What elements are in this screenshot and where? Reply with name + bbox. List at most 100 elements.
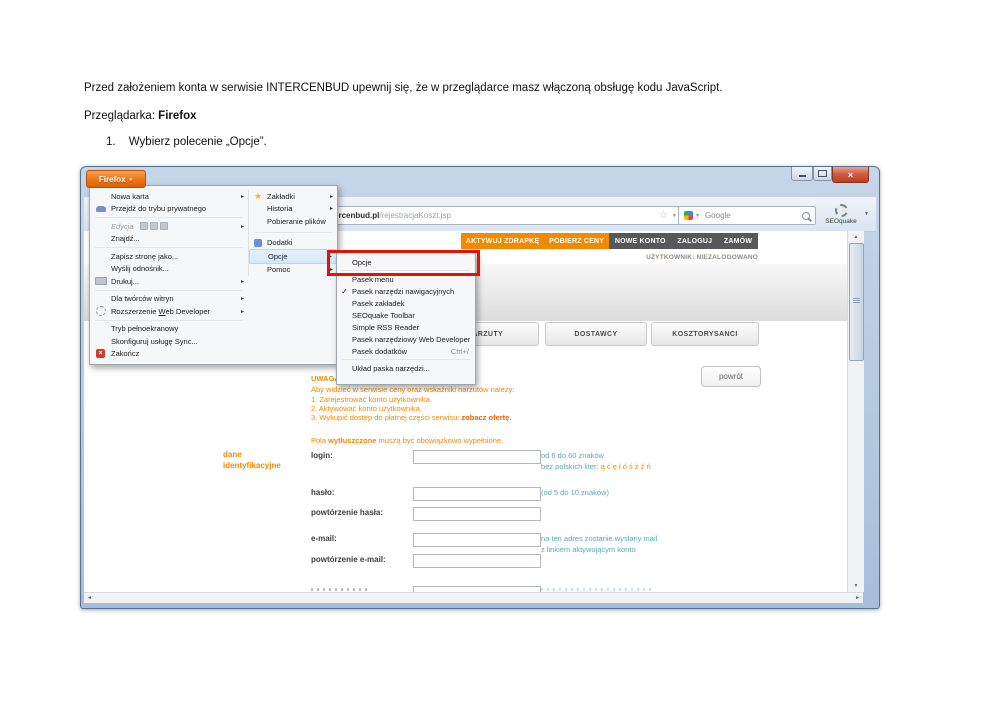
url-bar[interactable]: ercenbud.pl /rejestracjaKoszt.jsp ☆ ▼	[329, 206, 682, 225]
doc-browser-name: Firefox	[158, 110, 197, 122]
menu-label: Układ paska narzędzi...	[352, 363, 430, 373]
vertical-scrollbar[interactable]: ▲ ▼	[847, 231, 864, 592]
search-icon[interactable]	[802, 211, 810, 220]
submenu-arrow-icon: ▸	[240, 296, 244, 303]
site-nav-login-link[interactable]: ZALOGUJ	[677, 238, 712, 245]
menu-item-downloads[interactable]: Pobieranie plików	[249, 215, 337, 228]
login-input[interactable]	[413, 450, 541, 464]
url-path: /rejestracjaKoszt.jsp	[379, 211, 451, 220]
user-status: UŻYTKOWNIK: NIEZALOGOWANO	[646, 254, 758, 261]
back-button[interactable]: powrót	[701, 366, 761, 387]
menu-label: Przejdź do trybu prywatnego	[111, 204, 207, 214]
submenu-item-simple-rss-reader[interactable]: Simple RSS Reader	[337, 321, 475, 333]
url-dropdown-icon[interactable]: ▼	[672, 213, 677, 219]
menu-label: Dla twórców witryn	[111, 294, 174, 304]
menu-item-setup-sync[interactable]: Skonfiguruj usługę Sync...	[90, 335, 248, 348]
menu-item-exit[interactable]: × Zakończ	[90, 348, 248, 361]
submenu-item-customize-toolbar[interactable]: Układ paska narzędzi...	[337, 362, 475, 374]
seoquake-label: SEOquake	[825, 218, 857, 225]
doc-step-text: Wybierz polecenie „Opcje”.	[128, 136, 267, 148]
paste-icon	[159, 222, 168, 231]
clipped-row-label-fragment	[311, 588, 369, 591]
seoquake-dropdown-icon[interactable]: ▼	[864, 211, 869, 217]
password-repeat-input[interactable]	[413, 507, 541, 521]
window-caption-buttons: ×	[791, 167, 869, 183]
email-input[interactable]	[413, 533, 541, 547]
site-nav-prices-link[interactable]: POBIERZ CENY	[549, 238, 604, 245]
submenu-item-bookmarks-toolbar[interactable]: Pasek zakładek	[337, 297, 475, 309]
menu-item-help[interactable]: Pomoc ▸	[249, 264, 337, 277]
required-fields-note: Pola wytłuszczone muszą być obowiązkowo …	[311, 436, 503, 445]
tab-dostawcy[interactable]: DOSTAWCY	[545, 322, 647, 346]
login-hint-2-text: bez polskich liter:	[541, 462, 601, 471]
menu-item-private-browsing[interactable]: Przejdź do trybu prywatnego	[90, 203, 248, 216]
notice-line-3: 2. Aktywować konto użytkownika.	[311, 404, 422, 413]
menu-item-fullscreen[interactable]: Tryb pełnoekranowy	[90, 323, 248, 336]
menu-separator	[95, 217, 243, 218]
submenu-item-addon-bar[interactable]: Pasek dodatków Ctrl+/	[337, 345, 475, 357]
email-repeat-input[interactable]	[413, 554, 541, 568]
login-hint-2-accent: ą ć ę ł ó ś ż ź ń	[600, 462, 651, 471]
site-nav-dark: NOWE KONTO ZALOGUJ ZAMÓW	[609, 233, 758, 249]
close-button[interactable]: ×	[832, 167, 869, 183]
menu-item-bookmarks[interactable]: ★ Zakładki ▸	[249, 190, 337, 203]
google-favicon	[684, 211, 693, 220]
submenu-item-navigation-toolbar[interactable]: ✓ Pasek narzędzi nawigacyjnych	[337, 285, 475, 297]
menu-item-save-page-as[interactable]: Zapisz stronę jako...	[90, 250, 248, 263]
menu-item-web-developer-extension[interactable]: Rozszerzenie Web Developer ▸	[90, 305, 248, 318]
menu-item-new-tab[interactable]: Nowa karta ▸	[90, 190, 248, 203]
tab-kosztorysanci[interactable]: KOSZTORYSANCI	[651, 322, 759, 346]
submenu-item-seoquake-toolbar[interactable]: SEOquake Toolbar	[337, 309, 475, 321]
section-label-line2: identyfikacyjne	[223, 461, 281, 470]
menu-label: Znajdź...	[111, 234, 140, 244]
menu-item-send-link[interactable]: Wyślij odnośnik...	[90, 263, 248, 276]
search-engine-dropdown-icon[interactable]: ▼	[695, 213, 700, 219]
scroll-down-icon[interactable]: ▼	[848, 581, 864, 591]
scroll-right-icon[interactable]: ►	[855, 595, 860, 601]
submenu-arrow-icon: ▸	[240, 308, 244, 315]
maximize-button[interactable]	[813, 167, 832, 181]
submenu-item-web-developer-toolbar[interactable]: Pasek narzędziowy Web Developer	[337, 333, 475, 345]
menu-item-print[interactable]: Drukuj... ▸	[90, 275, 248, 288]
password-input[interactable]	[413, 487, 541, 501]
offer-link[interactable]: zobacz ofertę.	[461, 413, 511, 422]
vertical-scrollbar-thumb[interactable]	[849, 243, 864, 361]
submenu-arrow-icon: ▸	[329, 193, 333, 200]
menu-item-addons[interactable]: Dodatki	[249, 237, 337, 250]
menu-item-options[interactable]: Opcje ▸	[249, 249, 337, 264]
site-nav-order-link[interactable]: ZAMÓW	[724, 238, 752, 245]
gear-icon	[834, 204, 848, 217]
menu-separator	[342, 359, 470, 360]
menu-item-edit[interactable]: Edycja ▸	[90, 220, 248, 233]
site-nav-activate-link[interactable]: AKTYWUJ ZDRAPKĘ	[466, 238, 539, 245]
menu-label: Wyślij odnośnik...	[111, 264, 169, 274]
url-domain: ercenbud.pl	[334, 211, 380, 220]
checkmark-icon: ✓	[341, 286, 348, 296]
bookmark-star-icon[interactable]: ☆	[659, 210, 668, 221]
firefox-app-menu: Nowa karta ▸ Przejdź do trybu prywatnego …	[89, 185, 338, 365]
menu-label: Pobieranie plików	[267, 216, 326, 226]
search-engine-label: Google	[704, 211, 731, 220]
scroll-left-icon[interactable]: ◄	[87, 595, 92, 601]
app-menu-left-column: Nowa karta ▸ Przejdź do trybu prywatnego …	[90, 190, 248, 360]
search-box[interactable]: ▼ Google	[678, 206, 816, 225]
login-hint-2: bez polskich liter: ą ć ę ł ó ś ż ź ń	[541, 462, 651, 471]
menu-item-history[interactable]: Historia ▸	[249, 203, 337, 216]
submenu-arrow-icon: ▸	[329, 206, 333, 213]
required-pre: Pola	[311, 436, 329, 445]
horizontal-scrollbar[interactable]: ◄ ►	[84, 592, 863, 603]
menu-item-find[interactable]: Znajdź...	[90, 233, 248, 246]
doc-browser-line: Przeglądarka: Firefox	[84, 110, 197, 122]
menu-label: Zapisz stronę jako...	[111, 251, 179, 261]
firefox-app-button[interactable]: Firefox ▼	[86, 170, 146, 188]
notice-line-2: 1. Zarejestrować konto użytkownika.	[311, 395, 432, 404]
app-menu-right-column: ★ Zakładki ▸ Historia ▸ Pobieranie plików D…	[248, 190, 337, 276]
site-nav-newaccount-link[interactable]: NOWE KONTO	[615, 238, 666, 245]
scroll-up-icon[interactable]: ▲	[848, 232, 864, 242]
menu-item-web-developer[interactable]: Dla twórców witryn ▸	[90, 293, 248, 306]
seoquake-toolbar-button[interactable]: SEOquake ▼	[812, 201, 870, 228]
email-hint-2: z linkiem aktywującym konto	[541, 545, 636, 554]
menu-label: Skonfiguruj usługę Sync...	[111, 336, 198, 346]
minimize-button[interactable]	[791, 167, 813, 181]
menu-label: Simple RSS Reader	[352, 322, 420, 332]
